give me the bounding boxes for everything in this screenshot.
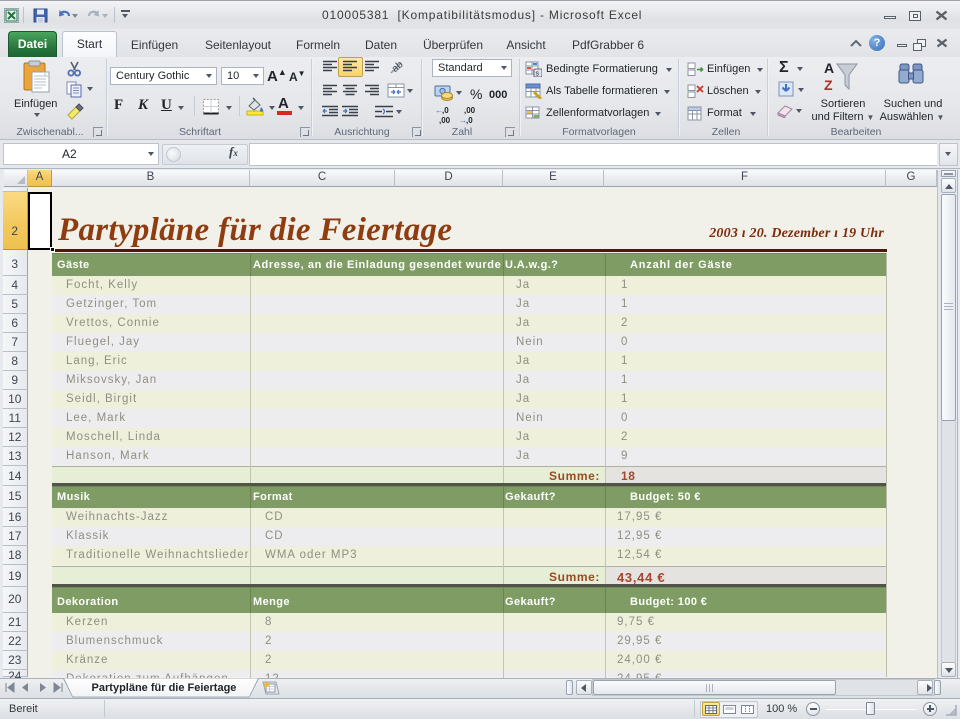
svg-text:,0: ,0 — [442, 106, 449, 115]
svg-text:,00: ,00 — [464, 106, 476, 115]
svg-text:,00: ,00 — [439, 116, 451, 125]
svg-text:Z: Z — [824, 77, 833, 93]
svg-text:,0: ,0 — [466, 116, 473, 125]
svg-text:s: s — [536, 71, 540, 78]
svg-text:A: A — [824, 60, 834, 76]
